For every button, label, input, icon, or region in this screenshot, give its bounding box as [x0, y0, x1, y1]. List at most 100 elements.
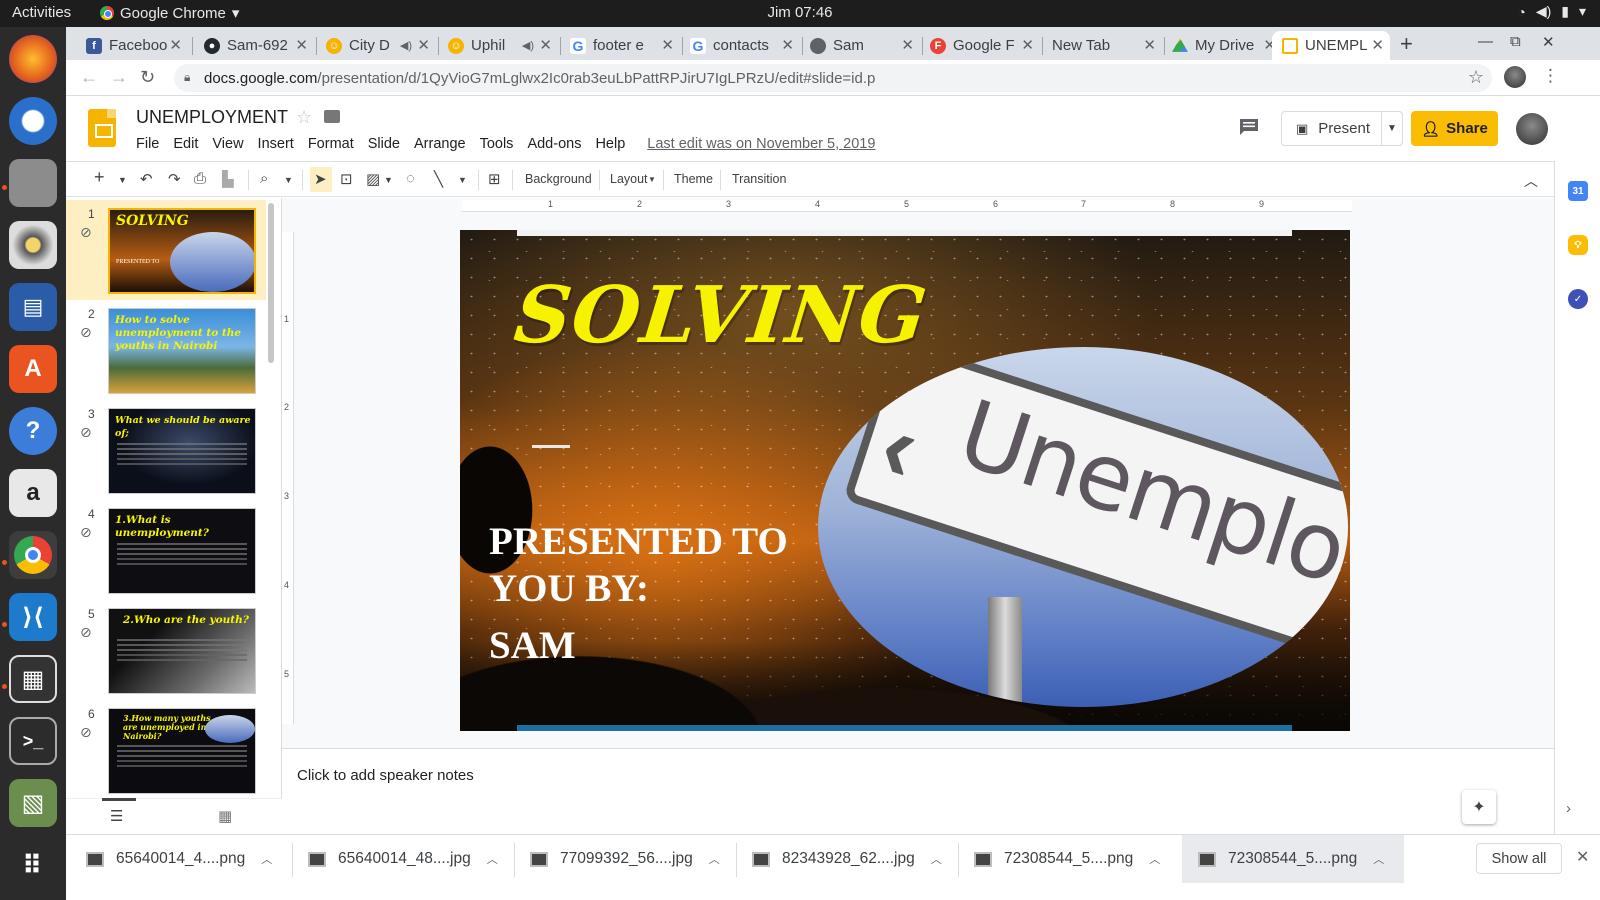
app-menu[interactable]: Google Chrome ▾: [100, 4, 239, 22]
chevron-up-icon[interactable]: ︿: [261, 851, 272, 867]
presenter-name[interactable]: SAM: [489, 623, 576, 668]
vertical-ruler[interactable]: 1 2 3 4 5: [282, 232, 294, 724]
close-icon[interactable]: ✕: [781, 36, 794, 54]
tab-footer[interactable]: G footer e ✕: [560, 31, 680, 60]
chevron-right-icon[interactable]: ›: [1566, 800, 1571, 817]
menu-edit[interactable]: Edit: [173, 136, 198, 152]
last-edit-link[interactable]: Last edit was on November 5, 2019: [647, 136, 875, 152]
chevron-up-icon[interactable]: ︿: [487, 851, 498, 867]
slide-thumbnail[interactable]: 4 ⊘ 1.What is unemployment?: [66, 500, 266, 600]
minimize-button[interactable]: —: [1478, 33, 1493, 50]
help-icon[interactable]: ?: [9, 407, 57, 455]
chevron-up-icon[interactable]: ︿: [1373, 851, 1384, 867]
more-menu-icon[interactable]: ⋮: [1542, 66, 1559, 86]
show-all-downloads-button[interactable]: Show all: [1476, 843, 1562, 874]
slide-title[interactable]: SOLVING: [510, 270, 931, 361]
download-item[interactable]: 65640014_4....png ︿: [86, 835, 272, 883]
slide-thumbnail[interactable]: 5 ⊘ 2.Who are the youth?: [66, 600, 266, 700]
bookmark-star-icon[interactable]: ☆: [1468, 67, 1484, 88]
speaker-notes-panel[interactable]: Click to add speaker notes ✦: [282, 752, 1554, 834]
menu-addons[interactable]: Add-ons: [527, 136, 581, 152]
terminal-icon[interactable]: >_: [9, 717, 57, 765]
menu-file[interactable]: File: [136, 136, 159, 152]
collapse-toolbar-icon[interactable]: ︿: [1524, 171, 1538, 191]
download-item[interactable]: 82343928_62....jpg ︿: [752, 835, 942, 883]
slide-thumbnail[interactable]: 3 ⊘ What we should be aware of;: [66, 400, 266, 500]
star-icon[interactable]: ☆: [296, 107, 312, 128]
menu-help[interactable]: Help: [595, 136, 625, 152]
chevron-down-icon[interactable]: ▼: [458, 175, 467, 185]
tab-unemployment[interactable]: UNEMPL ✕: [1272, 31, 1390, 60]
calendar-icon[interactable]: 31: [1568, 181, 1588, 201]
software-center-icon[interactable]: A: [9, 345, 57, 393]
explore-button[interactable]: ✦: [1462, 790, 1496, 824]
paint-format-icon[interactable]: ▙: [222, 170, 234, 188]
close-icon[interactable]: ✕: [901, 36, 914, 54]
slide-thumbnail[interactable]: 6 ⊘ 3.How many youths are unemployed in …: [66, 700, 266, 800]
close-icon[interactable]: ✕: [1576, 847, 1589, 867]
tab-facebook[interactable]: f Faceboo ✕: [76, 31, 188, 60]
rhythmbox-icon[interactable]: [9, 221, 57, 269]
menu-format[interactable]: Format: [308, 136, 354, 152]
chevron-up-icon[interactable]: ︿: [709, 851, 720, 867]
menu-insert[interactable]: Insert: [258, 136, 294, 152]
tab-city[interactable]: ☺ City D ◀) ✕: [316, 31, 436, 60]
back-button[interactable]: ←: [80, 67, 98, 88]
tab-contacts[interactable]: G contacts ✕: [680, 31, 800, 60]
activities-button[interactable]: Activities: [12, 4, 71, 21]
lock-icon[interactable]: 🔒︎: [184, 70, 190, 85]
slide-thumbnail[interactable]: 2 ⊘ How to solve unemployment to the you…: [66, 300, 266, 400]
maximize-button[interactable]: ⧉: [1510, 33, 1521, 50]
undo-icon[interactable]: ↶: [140, 170, 153, 188]
clock[interactable]: Jim 07:46: [767, 4, 832, 21]
line-icon[interactable]: ╲: [434, 170, 443, 188]
menu-slide[interactable]: Slide: [368, 136, 400, 152]
tab-new-tab[interactable]: New Tab ✕: [1042, 31, 1162, 60]
unemployment-sign-image[interactable]: ‹ Unemployment: [818, 347, 1348, 707]
new-slide-icon[interactable]: +: [94, 167, 105, 188]
background-button[interactable]: Background: [525, 172, 592, 186]
tab-sam[interactable]: Sam ✕: [800, 31, 920, 60]
print-icon[interactable]: ⎙: [194, 170, 206, 187]
horizontal-ruler[interactable]: 1 2 3 4 5 6 7 8 9: [462, 199, 1352, 212]
present-dropdown-icon[interactable]: ▼: [1381, 111, 1403, 146]
chevron-up-icon[interactable]: ︿: [1149, 851, 1160, 867]
share-button[interactable]: 👤︎ Share: [1411, 111, 1498, 146]
chrome-dock-icon[interactable]: [9, 531, 57, 579]
add-comment-icon[interactable]: ⊞: [488, 170, 501, 188]
select-cursor-icon[interactable]: ➤: [314, 170, 327, 188]
tab-google-forms[interactable]: F Google F ✕: [920, 31, 1040, 60]
folder-icon[interactable]: [324, 110, 340, 123]
menu-tools[interactable]: Tools: [480, 136, 514, 152]
slide-canvas[interactable]: SOLVING PRESENTED TO YOU BY: SAM ‹ Unemp…: [460, 230, 1350, 731]
vscode-icon[interactable]: ⟩⟨: [9, 593, 57, 641]
present-button[interactable]: ▣ Present ▼: [1281, 111, 1403, 146]
tasks-icon[interactable]: ✓: [1568, 289, 1588, 309]
slide-thumbnail[interactable]: 1 ⊘ SOLVING PRESENTED TO: [66, 200, 266, 300]
close-icon[interactable]: ✕: [169, 36, 182, 54]
image-viewer-icon[interactable]: ▧: [9, 779, 57, 827]
redo-icon[interactable]: ↷: [168, 170, 181, 188]
forward-button[interactable]: →: [110, 67, 128, 88]
layout-button[interactable]: Layout: [610, 172, 648, 186]
close-icon[interactable]: ✕: [1371, 36, 1384, 54]
list-view-icon[interactable]: ☰: [101, 798, 137, 825]
new-tab-button[interactable]: +: [1400, 31, 1413, 57]
grid-view-icon[interactable]: ▦: [218, 807, 232, 825]
firefox-icon[interactable]: [9, 35, 57, 83]
download-item[interactable]: 77099392_56....jpg ︿: [530, 835, 720, 883]
close-icon[interactable]: ✕: [1021, 36, 1034, 54]
tab-github[interactable]: ● Sam-692 ✕: [194, 31, 314, 60]
download-item[interactable]: 72308544_5....png ︿: [974, 835, 1160, 883]
reload-button[interactable]: ↻: [140, 67, 155, 88]
chevron-down-icon[interactable]: ▼: [118, 175, 127, 185]
comments-icon[interactable]: [1238, 117, 1262, 137]
close-icon[interactable]: ✕: [661, 36, 674, 54]
account-avatar[interactable]: [1516, 113, 1548, 145]
close-window-button[interactable]: ✕: [1542, 33, 1555, 51]
transition-button[interactable]: Transition: [732, 172, 786, 186]
profile-avatar[interactable]: [1504, 66, 1526, 88]
app-grid-icon[interactable]: ⠿: [9, 841, 57, 889]
shape-icon[interactable]: ◌: [406, 170, 415, 187]
menu-view[interactable]: View: [212, 136, 243, 152]
